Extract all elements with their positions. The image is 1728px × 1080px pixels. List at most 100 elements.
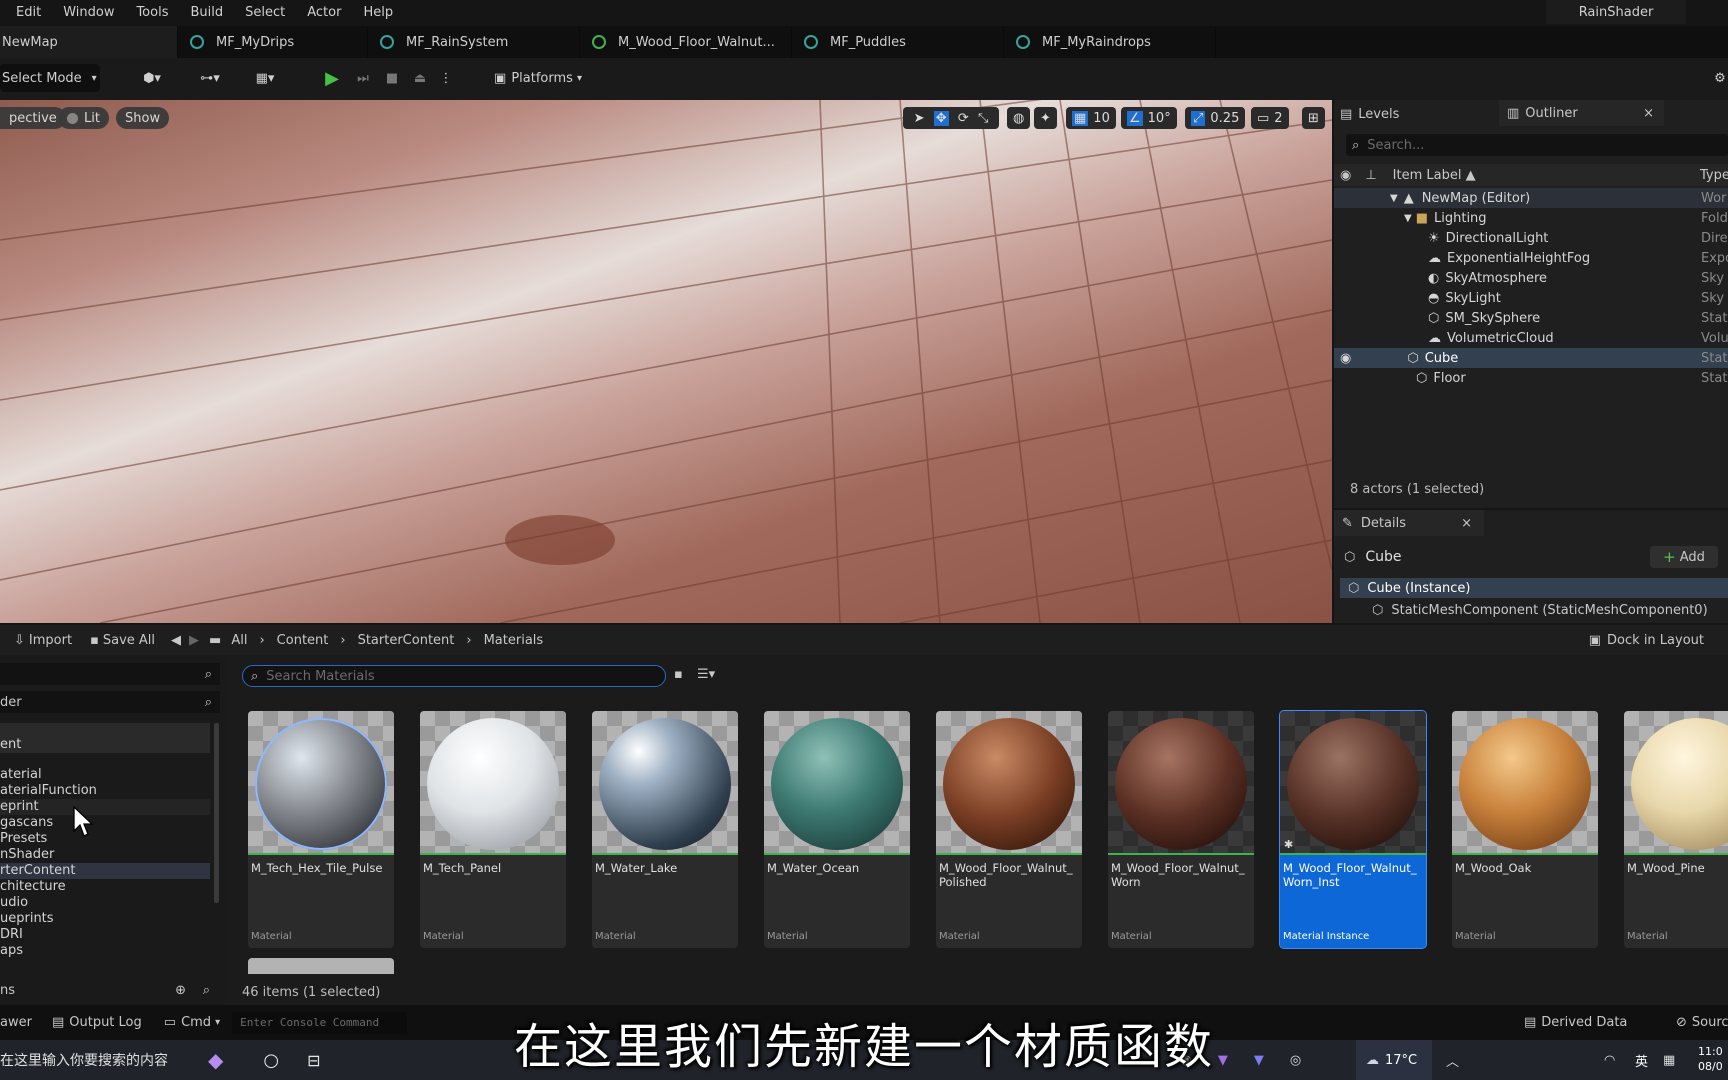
folder-audio[interactable]: udio [0,895,210,911]
perspective-button[interactable]: pective [0,107,66,129]
breadcrumb-all[interactable]: All [231,633,247,648]
tab-m-wood-floor[interactable]: M_Wood_Floor_Walnut... [580,26,792,58]
menu-select[interactable]: Select [245,5,285,20]
tab-mf-rainsystem[interactable]: MF_RainSystem [368,26,580,58]
close-icon[interactable]: × [1643,106,1654,121]
menu-edit[interactable]: Edit [16,5,41,20]
menu-actor[interactable]: Actor [307,5,341,20]
scale-snap-control[interactable]: ⤢ 0.25 [1185,107,1246,129]
viewport-layout-button[interactable]: ⊞ [1302,107,1325,129]
forward-icon[interactable]: ▶ [189,633,199,648]
folder-presets[interactable]: Presets [0,831,210,847]
show-button[interactable]: Show [116,107,170,129]
tab-newmap[interactable]: NewMap [0,26,178,58]
filter-icon[interactable]: ☰▾ [697,667,715,682]
asset-tile-partial[interactable] [248,958,394,974]
tree-row-skyatmosphere[interactable]: ◐ SkyAtmosphere Sky [1334,268,1728,288]
folder-material[interactable]: aterial [0,767,210,783]
outliner-search[interactable]: ⌕ Search... [1346,134,1728,156]
asset-tile-wood-oak[interactable]: M_Wood_Oak Material [1452,711,1598,948]
tab-mf-myraindrops[interactable]: MF_MyRaindrops [1004,26,1216,58]
tab-mf-mydrips[interactable]: MF_MyDrips [178,26,368,58]
tab-mf-puddles[interactable]: MF_Puddles [792,26,1004,58]
details-tab[interactable]: ✎ Details × [1334,510,1484,536]
blueprint-button[interactable]: ⊶▾ [190,64,230,92]
grid-snap-control[interactable]: ▦ 10 [1066,107,1116,129]
import-button[interactable]: ⇩ Import [14,633,72,648]
scale-tool-icon[interactable]: ⤡ [978,111,988,126]
favorites-search[interactable]: ⌕ [0,663,220,685]
folder-startercontent[interactable]: rterContent [0,863,210,879]
folder-search[interactable]: der ⌕ [0,691,220,713]
save-search-icon[interactable]: ▪ [674,667,683,682]
select-mode-dropdown[interactable]: Select Mode ▾ [0,64,100,92]
dock-in-layout-button[interactable]: ▣ Dock in Layout [1589,633,1704,648]
tree-row-skylight[interactable]: ◓ SkyLight Sky [1334,288,1728,308]
outliner-tab[interactable]: ▥ Outliner × [1499,100,1664,126]
asset-tile-walnut-polished[interactable]: M_Wood_Floor_Walnut_ Polished Material [936,711,1082,948]
level-viewport[interactable] [0,100,1332,623]
folder-maps[interactable]: aps [0,943,210,959]
settings-button[interactable]: ⚙ [1712,64,1728,92]
close-icon[interactable]: × [1461,516,1472,531]
tree-row-newmap[interactable]: ▼ ▲ NewMap (Editor) Wor [1334,188,1728,208]
search-icon[interactable]: ⌕ [203,983,210,998]
tree-row-lighting[interactable]: ▼ ■ Lighting Fold [1334,208,1728,228]
levels-tab[interactable]: ▤ Levels [1340,104,1399,124]
breadcrumb-content[interactable]: Content [277,633,329,648]
platforms-dropdown[interactable]: ▣ Platforms ▾ [486,64,590,92]
add-actor-button[interactable]: ⬢▾ [132,64,172,92]
rotation-snap-control[interactable]: ∠ 10° [1121,107,1177,129]
folder-blueprint[interactable]: eprint [0,799,210,815]
tree-row-directionallight[interactable]: ☀ DirectionalLight Dire [1334,228,1728,248]
menu-help[interactable]: Help [363,5,393,20]
asset-tile-walnut-worn[interactable]: M_Wood_Floor_Walnut_ Worn Material [1108,711,1254,948]
asset-tile-tech-panel[interactable]: M_Tech_Panel Material [420,711,566,948]
world-local-toggle[interactable]: ◍ [1007,107,1031,129]
asset-search[interactable]: ⌕ Search Materials [242,665,666,687]
asset-tile-water-lake[interactable]: M_Water_Lake Material [592,711,738,948]
type-header[interactable]: Type [1700,168,1728,183]
folder-tree-scrollbar[interactable] [214,723,219,903]
menu-window[interactable]: Window [63,5,114,20]
tree-row-floor[interactable]: ⬡ Floor Stat [1334,368,1728,388]
cinematics-button[interactable]: ▦▾ [245,64,285,92]
stop-button[interactable]: ■ [379,64,405,92]
view-mode-button[interactable]: Lit [58,107,109,129]
asset-tile-water-ocean[interactable]: M_Water_Ocean Material [764,711,910,948]
surface-snap-toggle[interactable]: ✦ [1034,107,1057,129]
folder-rainshader[interactable]: nShader [0,847,210,863]
component-instance-row[interactable]: ⬡ Cube (Instance) [1340,578,1728,598]
visibility-eye-icon[interactable]: ◉ [1340,351,1351,366]
breadcrumb-materials[interactable]: Materials [484,633,544,648]
tree-row-skysphere[interactable]: ⬡ SM_SkySphere Stat [1334,308,1728,328]
collections-header[interactable]: ns ⊕ ⌕ [0,979,220,1001]
menu-build[interactable]: Build [190,5,223,20]
tree-row-volumetriccloud[interactable]: ☁ VolumetricCloud Volu [1334,328,1728,348]
camera-speed-control[interactable]: ▭ 2 [1251,107,1289,129]
add-component-button[interactable]: + Add [1650,546,1718,568]
folder-architecture[interactable]: chitecture [0,879,210,895]
eject-button[interactable]: ⏏ [407,64,433,92]
folder-blueprints[interactable]: ueprints [0,911,210,927]
folder-materialfunction[interactable]: aterialFunction [0,783,210,799]
advance-frame-button[interactable]: ⏭ [350,64,376,92]
save-all-button[interactable]: ▪ Save All [90,633,155,648]
tree-row-fog[interactable]: ☁ ExponentialHeightFog Expo [1334,248,1728,268]
add-collection-icon[interactable]: ⊕ [175,983,186,998]
tree-row-cube[interactable]: ◉ ⬡ Cube Stat [1334,348,1728,368]
play-options-button[interactable]: ⋮ [436,64,456,92]
asset-tile-wood-pine[interactable]: M_Wood_Pine Material [1624,711,1728,948]
move-tool-icon[interactable]: ✥ [933,110,949,126]
breadcrumb-startercontent[interactable]: StarterContent [358,633,455,648]
rotate-tool-icon[interactable]: ⟳ [958,111,969,126]
menu-tools[interactable]: Tools [136,5,168,20]
folder-content[interactable]: ent [0,723,210,753]
item-label-header[interactable]: Item Label ▲ [1393,168,1476,183]
asset-tile-walnut-worn-inst[interactable]: ✱ M_Wood_Floor_Walnut_ Worn_Inst Materia… [1279,710,1427,949]
component-row[interactable]: ⬡ StaticMeshComponent (StaticMeshCompone… [1372,600,1708,620]
folder-megascans[interactable]: gascans [0,815,210,831]
asset-tile-tech-hex[interactable]: M_Tech_Hex_Tile_Pulse Material [248,711,394,948]
play-button[interactable]: ▶ [318,64,346,92]
back-icon[interactable]: ◀ [171,633,181,648]
